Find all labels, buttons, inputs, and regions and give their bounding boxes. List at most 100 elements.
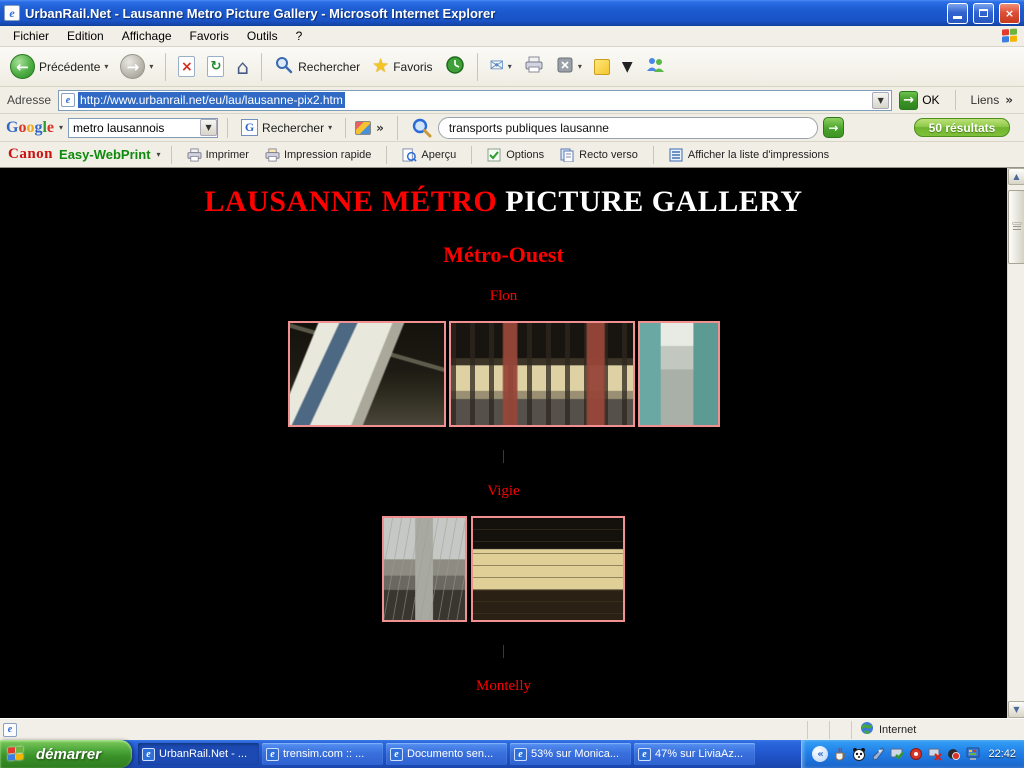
canon-print-list-button[interactable]: Afficher la liste d'impressions [664,146,834,164]
history-button[interactable] [441,53,469,80]
google-query-dropdown-button[interactable]: ▼ [200,119,217,136]
start-button[interactable]: démarrer [0,740,132,768]
address-dropdown-button[interactable]: ▼ [872,92,889,109]
stop-button[interactable]: × [174,54,199,79]
go-button[interactable]: → OK [897,90,945,111]
antivirus-shield-icon[interactable] [908,747,923,762]
links-label: Liens [971,93,1000,107]
home-button[interactable]: ⌂ [232,55,253,79]
google-g-icon: G [241,119,258,136]
display-settings-icon[interactable] [965,747,980,762]
standard-toolbar: ← Précédente ▾ → ▾ × ↻ ⌂ Rechercher ★ Fa… [0,47,1024,87]
mail-dropdown-icon[interactable]: ▾ [508,62,512,71]
menu-edition[interactable]: Edition [58,27,113,45]
task-download-livia[interactable]: e 47% sur LiviaAz... [634,743,755,765]
easy-webprint-dropdown-icon[interactable]: ▾ [157,150,161,159]
edit-button[interactable]: ▾ [552,54,586,79]
results-count-button[interactable]: 50 résultats [914,118,1010,137]
canon-quick-print-label: Impression rapide [284,149,371,161]
network-disconnected-icon[interactable] [927,747,942,762]
task-trensim[interactable]: e trensim.com :: ... [262,743,383,765]
menu-aide[interactable]: ? [287,27,312,45]
mail-button[interactable]: ✉ ▾ [486,56,516,77]
ie-page-icon: e [61,93,75,107]
scroll-up-button[interactable]: ▲ [1008,168,1024,185]
photo-flon-interior[interactable] [638,321,720,427]
menu-outils[interactable]: Outils [238,27,287,45]
ie-download-icon: e [638,748,651,761]
print-button[interactable] [520,54,548,79]
search-button[interactable]: Rechercher [270,53,364,80]
menu-favoris[interactable]: Favoris [181,27,238,45]
back-dropdown-icon[interactable]: ▾ [104,62,108,71]
java-icon[interactable] [832,747,847,762]
google-logo[interactable]: Google [6,119,54,137]
update-icon[interactable] [889,747,904,762]
google-menu-dropdown-icon[interactable]: ▾ [59,123,63,132]
close-button[interactable]: × [999,3,1020,24]
print-list-icon [669,148,684,162]
status-bar: e Internet [0,718,1024,740]
task-documento[interactable]: e Documento sen... [386,743,507,765]
ie-icon: e [266,748,279,761]
google-search-input[interactable]: metro lausannois ▼ [68,118,218,138]
photo-vigie-platform[interactable] [471,516,625,622]
forward-icon: → [120,54,145,79]
menu-affichage[interactable]: Affichage [113,27,181,45]
canon-print-button[interactable]: Imprimer [182,146,254,164]
task-label: 47% sur LiviaAz... [655,748,743,760]
canon-toolbar: Canon Easy-WebPrint ▾ Imprimer Impressio… [0,142,1024,168]
forward-button[interactable]: → ▾ [116,52,157,81]
page-title: LAUSANNE MÉTRO PICTURE GALLERY [0,184,1007,220]
quick-printer-icon [265,148,280,162]
security-alert-icon[interactable] [946,747,961,762]
menu-fichier[interactable]: Fichier [4,27,58,45]
vertical-scrollbar[interactable]: ▲ ▼ [1007,168,1024,718]
photo-row-flon [0,321,1007,427]
links-menu[interactable]: Liens » [965,93,1019,107]
google-overflow-chevron-icon[interactable]: » [376,121,384,135]
edit-dropdown-icon[interactable]: ▾ [578,62,582,71]
restore-button[interactable] [973,3,994,24]
google-search-dropdown-icon[interactable]: ▾ [328,123,332,132]
canon-logo: Canon [8,146,53,163]
canon-duplex-button[interactable]: Recto verso [555,146,643,164]
refresh-button[interactable]: ↻ [203,54,228,79]
rocket-icon[interactable] [870,747,885,762]
address-bar: Adresse e http://www.urbanrail.net/eu/la… [0,87,1024,114]
canon-options-button[interactable]: Options [482,146,549,164]
messenger-button[interactable] [641,54,669,79]
address-label: Adresse [5,93,53,107]
photo-flon-platform[interactable] [449,321,635,427]
station-name-flon: Flon [0,288,1007,305]
finder-go-button[interactable]: → [823,117,844,138]
system-tray: « 22:42 [801,740,1024,768]
photo-vigie-exterior[interactable] [382,516,467,622]
task-urbanrail[interactable]: e UrbanRail.Net - ... [138,743,259,765]
panda-antivirus-icon[interactable] [851,747,866,762]
messenger-icon [645,56,665,77]
favorites-star-icon: ★ [372,57,389,76]
canon-preview-button[interactable]: Aperçu [397,146,461,164]
address-input[interactable]: e http://www.urbanrail.net/eu/lau/lausan… [58,90,892,111]
google-search-button[interactable]: G Rechercher ▾ [237,117,336,138]
scrollbar-track[interactable] [1008,185,1024,701]
task-download-monica[interactable]: e 53% sur Monica... [510,743,631,765]
toolbar-separator [386,146,387,164]
pagerank-icon[interactable] [355,121,371,135]
back-button[interactable]: ← Précédente ▾ [6,52,112,81]
google-letter: G [6,119,18,136]
easy-webprint-menu[interactable]: Easy-WebPrint [59,147,151,162]
scrollbar-thumb[interactable] [1008,190,1024,264]
finder-search-input[interactable] [438,117,818,139]
minimize-button[interactable] [947,3,968,24]
plugin-button[interactable]: ▼ [618,58,637,76]
photo-flon-train[interactable] [288,321,446,427]
canon-quick-print-button[interactable]: Impression rapide [260,146,376,164]
canon-print-label: Imprimer [206,149,249,161]
station-name-vigie: Vigie [0,483,1007,500]
tray-collapse-button[interactable]: « [812,746,828,762]
scroll-down-button[interactable]: ▼ [1008,701,1024,718]
discuss-button[interactable] [590,57,614,77]
favorites-button[interactable]: ★ Favoris [368,55,436,78]
